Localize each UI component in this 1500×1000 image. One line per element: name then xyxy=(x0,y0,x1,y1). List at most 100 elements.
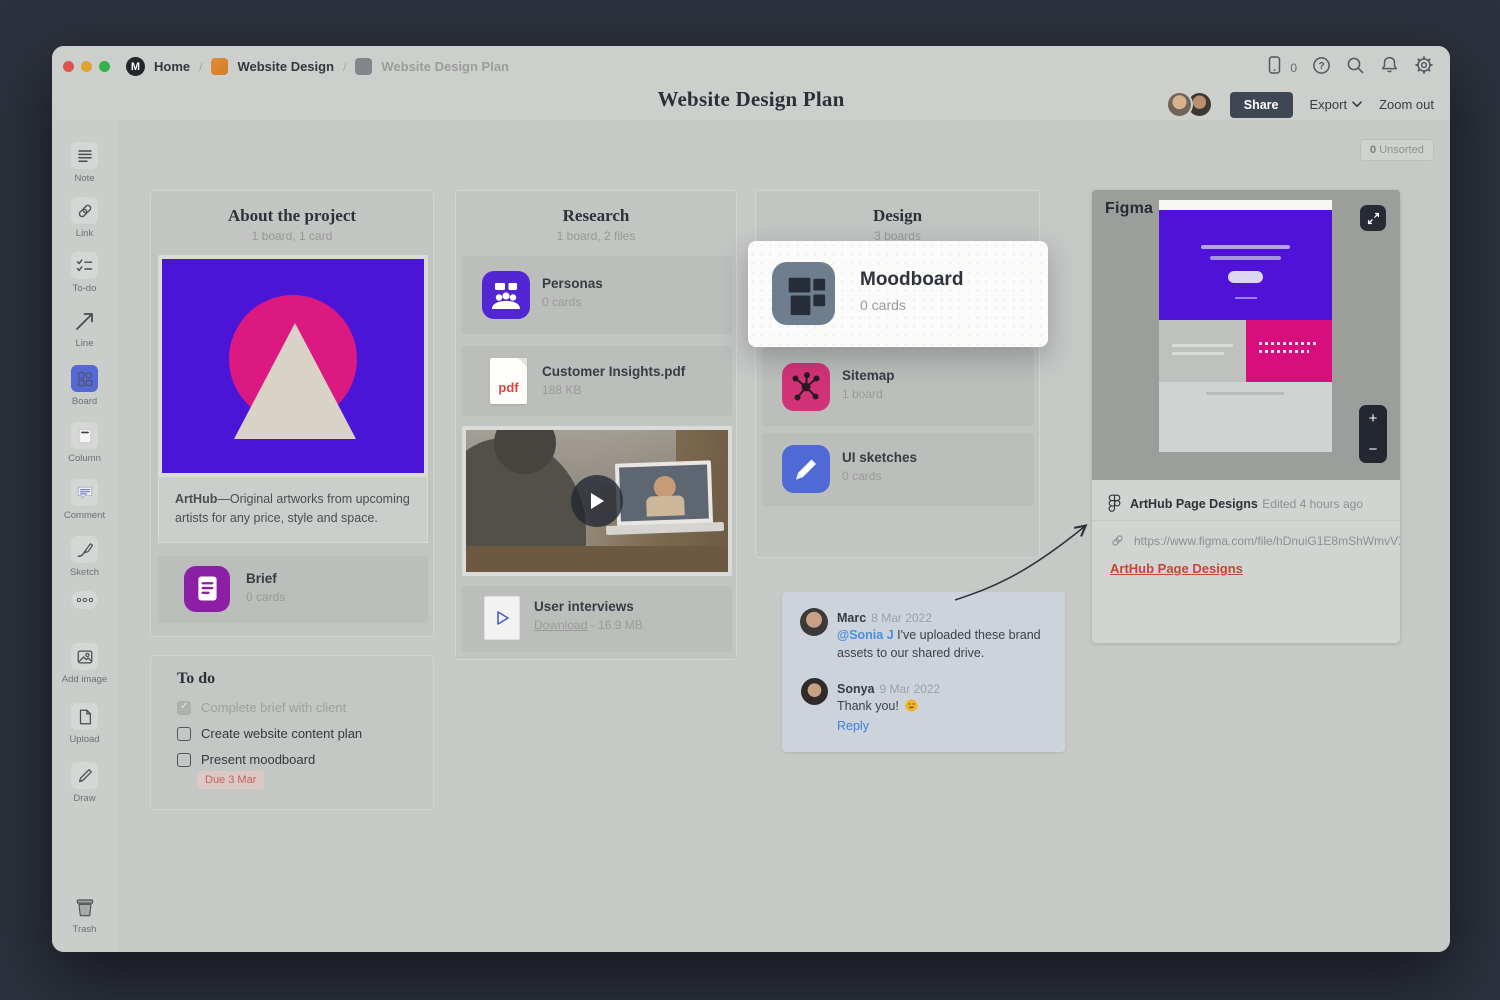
avatar-marc xyxy=(800,608,828,636)
board-row-meta: 1 board xyxy=(842,387,895,401)
comment-date: 8 Mar 2022 xyxy=(871,611,932,625)
image-card[interactable]: ArtHub—Original artworks from upcoming a… xyxy=(158,255,428,543)
file-row-pdf[interactable]: pdf Customer Insights.pdf 188 KB xyxy=(462,346,732,416)
board-row-label: Brief xyxy=(246,571,285,586)
sidebar-item-upload[interactable]: Upload xyxy=(52,703,117,745)
board-row-moodboard-hover[interactable]: Moodboard 0 cards xyxy=(748,241,1048,347)
sidebar-item-sketch[interactable]: Sketch xyxy=(52,536,117,578)
todo-item[interactable]: Complete brief with client xyxy=(177,700,346,715)
breadcrumb-home[interactable]: Home xyxy=(154,59,190,74)
sitemap-board-icon xyxy=(782,363,830,411)
due-date-badge: Due 3 Mar xyxy=(197,771,264,789)
column-title: About the project xyxy=(151,206,433,226)
settings-gear-icon[interactable] xyxy=(1414,55,1434,80)
sketch-pen-icon xyxy=(71,536,98,563)
checkbox[interactable] xyxy=(177,753,191,767)
todo-item[interactable]: Create website content plan xyxy=(177,726,362,741)
file-row-video[interactable]: User interviews Download - 16.9 MB xyxy=(462,586,732,652)
board-row-label: Sitemap xyxy=(842,368,895,383)
chevron-down-icon xyxy=(1352,101,1362,108)
sidebar-item-todo[interactable]: To-do xyxy=(52,252,117,294)
video-file-icon xyxy=(484,596,520,640)
board-row-label: Moodboard xyxy=(860,269,963,291)
collaborator-avatars[interactable] xyxy=(1166,91,1213,118)
comment-thread-card[interactable]: Marc8 Mar 2022 @Sonia J I've uploaded th… xyxy=(782,592,1065,752)
topbar: M Home / Website Design / Website Design… xyxy=(52,46,1450,120)
traffic-zoom-button[interactable] xyxy=(99,61,110,72)
sidebar-item-board[interactable]: Board xyxy=(52,365,117,407)
breadcrumb: M Home / Website Design / Website Design… xyxy=(126,56,509,77)
breadcrumb-board[interactable]: Website Design xyxy=(237,59,334,74)
sidebar-item-note[interactable]: Note xyxy=(52,142,117,184)
zoom-in-button[interactable]: + xyxy=(1369,411,1378,426)
sidebar-item-more[interactable] xyxy=(52,591,117,609)
figma-url[interactable]: https://www.figma.com/file/hDnuiG1E8mShW… xyxy=(1134,534,1400,548)
comment-author: Marc xyxy=(837,611,866,625)
traffic-close-button[interactable] xyxy=(63,61,74,72)
comment-bubble-icon xyxy=(71,479,98,506)
board-row-meta: 0 cards xyxy=(246,590,285,604)
todo-card[interactable]: To do Complete brief with client Create … xyxy=(150,655,434,810)
sidebar-item-comment[interactable]: Comment xyxy=(52,479,117,521)
download-link[interactable]: Download xyxy=(534,618,587,632)
checkbox[interactable] xyxy=(177,701,191,715)
figma-embed-card[interactable]: Figma + − xyxy=(1092,190,1400,643)
mention-link[interactable]: @Sonia J xyxy=(837,628,894,642)
draw-pencil-icon xyxy=(71,762,98,789)
expand-button[interactable] xyxy=(1360,205,1386,231)
traffic-minimize-button[interactable] xyxy=(81,61,92,72)
board-row-personas[interactable]: Personas 0 cards xyxy=(462,256,732,334)
more-dots-icon xyxy=(71,591,98,609)
checkbox[interactable] xyxy=(177,727,191,741)
unsorted-badge[interactable]: 0 Unsorted xyxy=(1360,139,1434,161)
board-row-brief[interactable]: Brief 0 cards xyxy=(158,556,428,623)
trash-icon xyxy=(71,893,98,920)
sidebar-item-link[interactable]: Link xyxy=(52,197,117,239)
search-icon[interactable] xyxy=(1346,56,1365,80)
video-card[interactable] xyxy=(462,426,732,576)
column-about-the-project[interactable]: About the project 1 board, 1 card ArtHub… xyxy=(150,190,434,637)
notifications-bell-icon[interactable] xyxy=(1380,55,1399,80)
page-thumbnail-icon xyxy=(355,58,372,75)
breadcrumb-separator: / xyxy=(343,60,346,74)
figma-card-footer: ArtHub Page Designs Edited 4 hours ago h… xyxy=(1092,480,1400,643)
topbar-icon-group: 0 ? xyxy=(1265,55,1434,80)
zoom-out-button[interactable]: − xyxy=(1369,442,1378,457)
board-row-ui-sketches[interactable]: UI sketches 0 cards xyxy=(762,433,1034,506)
figma-brand-label: Figma xyxy=(1105,200,1153,218)
note-icon xyxy=(71,142,98,169)
file-row-label: Customer Insights.pdf xyxy=(542,364,685,379)
help-icon[interactable]: ? xyxy=(1312,56,1331,80)
artwork-image xyxy=(162,259,424,473)
board-thumbnail-icon[interactable] xyxy=(211,58,228,75)
sidebar-item-add-image[interactable]: Add image xyxy=(52,643,117,685)
mobile-icon[interactable] xyxy=(1265,55,1284,80)
export-button[interactable]: Export xyxy=(1310,97,1363,112)
share-button[interactable]: Share xyxy=(1230,92,1293,118)
board-row-sitemap[interactable]: Sitemap 1 board xyxy=(762,348,1034,426)
add-image-icon xyxy=(71,643,98,670)
image-caption[interactable]: ArtHub—Original artworks from upcoming a… xyxy=(158,477,428,543)
todo-item[interactable]: Present moodboard xyxy=(177,752,315,767)
file-row-label: User interviews xyxy=(534,599,643,614)
video-thumbnail xyxy=(466,430,728,572)
board-row-label: UI sketches xyxy=(842,450,917,465)
zoom-out-button[interactable]: Zoom out xyxy=(1379,97,1434,112)
figma-doc-title: ArtHub Page Designs xyxy=(1130,497,1258,511)
avatar[interactable] xyxy=(1166,91,1193,118)
reply-link[interactable]: Reply xyxy=(837,719,869,733)
todo-title: To do xyxy=(177,670,215,688)
app-window: M Home / Website Design / Website Design… xyxy=(52,46,1450,952)
figma-doc-link[interactable]: ArtHub Page Designs xyxy=(1110,561,1243,576)
comment-author: Sonya xyxy=(837,682,875,696)
link-icon xyxy=(71,197,98,224)
sidebar-item-draw[interactable]: Draw xyxy=(52,762,117,804)
app-logo-icon[interactable]: M xyxy=(126,57,145,76)
smiley-emoji-icon xyxy=(905,699,918,712)
column-research[interactable]: Research 1 board, 2 files Personas 0 car… xyxy=(455,190,737,660)
play-button[interactable] xyxy=(571,475,623,527)
sidebar-item-line[interactable]: Line xyxy=(52,307,117,349)
board-row-meta: 0 cards xyxy=(842,469,917,483)
sidebar-item-column[interactable]: Column xyxy=(52,422,117,464)
sidebar-item-trash[interactable]: Trash xyxy=(52,893,117,935)
